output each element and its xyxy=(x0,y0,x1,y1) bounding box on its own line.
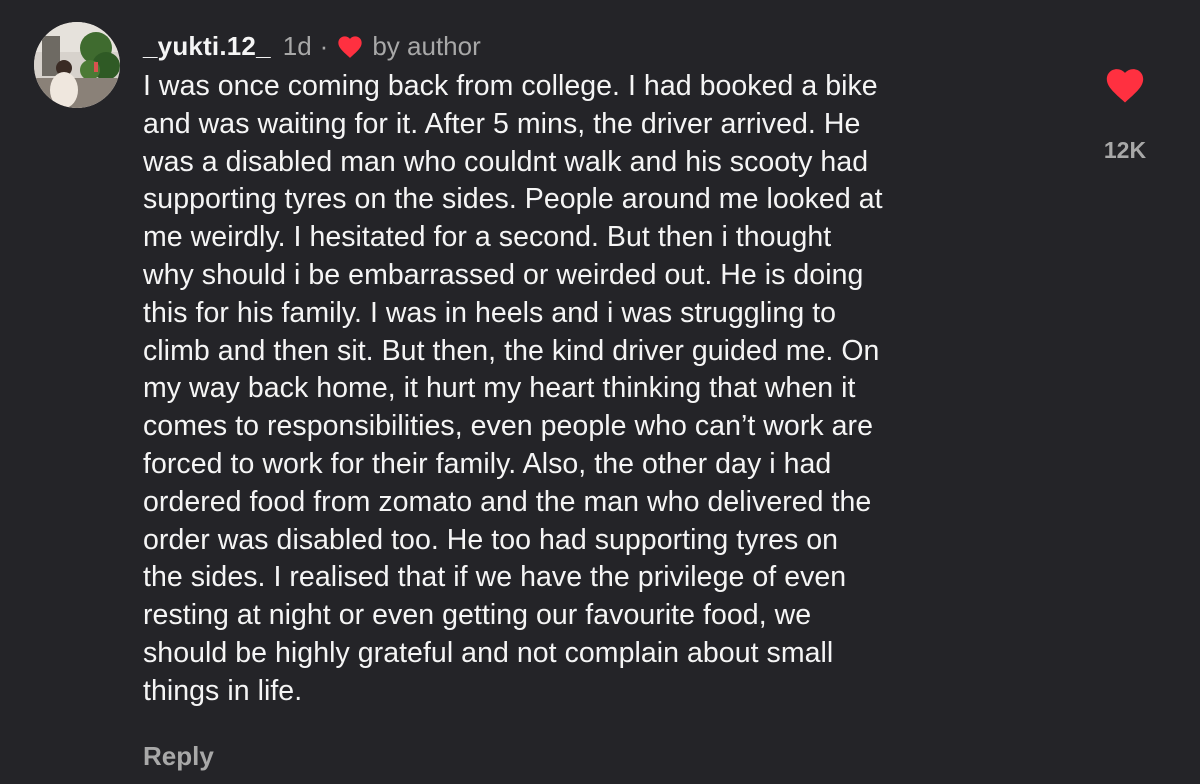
comment-line: ordered food from zomato and the man who… xyxy=(143,485,872,518)
like-count: 12K xyxy=(1103,137,1147,163)
comment-line: order was disabled too. He too had suppo… xyxy=(143,523,839,556)
comment-line: comes to responsibilities, even people w… xyxy=(143,410,873,443)
comment-line: was a disabled man who couldnt walk and … xyxy=(143,145,869,178)
heart-icon xyxy=(336,33,364,59)
like-section: 12K xyxy=(1095,64,1155,164)
comment-content: _yukti.12_ 1d · by author I was once com… xyxy=(143,28,1053,711)
meta-separator: · xyxy=(319,30,329,61)
comment: _yukti.12_ 1d · by author I was once com… xyxy=(0,0,1200,784)
author-like-label: by author xyxy=(372,30,481,61)
comment-line: forced to work for their family. Also, t… xyxy=(143,447,832,480)
reply-button[interactable]: Reply xyxy=(143,741,214,772)
comment-line: me weirdly. I hesitated for a second. Bu… xyxy=(143,221,832,254)
comment-line: I was once coming back from college. I h… xyxy=(143,70,878,102)
comment-body: I was once coming back from college. I h… xyxy=(143,68,1053,711)
avatar[interactable] xyxy=(34,22,120,108)
username[interactable]: _yukti.12_ xyxy=(143,31,271,62)
comment-meta: _yukti.12_ 1d · by author xyxy=(143,28,1053,64)
comment-line: why should i be embarrassed or weirded o… xyxy=(143,258,864,291)
comment-line: things in life. xyxy=(143,674,303,707)
comment-line: my way back home, it hurt my heart think… xyxy=(143,372,856,405)
timestamp: 1d xyxy=(282,30,312,61)
comment-line: the sides. I realised that if we have th… xyxy=(143,561,847,594)
heart-icon[interactable] xyxy=(1095,64,1155,109)
comment-line: this for his family. I was in heels and … xyxy=(143,296,837,329)
avatar-photo xyxy=(34,22,120,108)
comment-line: climb and then sit. But then, the kind d… xyxy=(143,334,880,367)
comment-line: and was waiting for it. After 5 mins, th… xyxy=(143,107,861,140)
comment-line: supporting tyres on the sides. People ar… xyxy=(143,183,883,216)
comment-line: should be highly grateful and not compla… xyxy=(143,636,834,669)
comment-line: resting at night or even getting our fav… xyxy=(143,599,812,632)
